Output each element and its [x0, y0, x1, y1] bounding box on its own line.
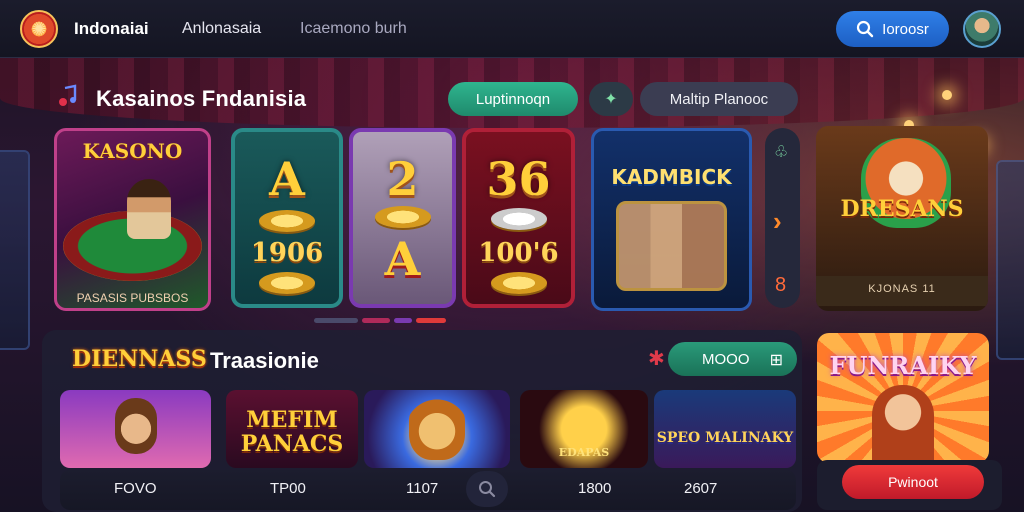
stats-search-button[interactable]: [466, 471, 508, 507]
coin-icon: [490, 272, 547, 294]
game-card-title: KASONO: [82, 139, 183, 163]
slot-symbol-2: A: [384, 232, 421, 286]
carousel-indicator-active[interactable]: [416, 318, 446, 323]
slot-symbol: 2: [386, 152, 419, 206]
promo-title: FUNRAIKY: [829, 351, 977, 380]
game-card-dresans[interactable]: DRESANS KJONAS 11: [816, 126, 988, 311]
game-tile-title: SPEO MALINAKY: [656, 430, 794, 446]
slot-symbol: 36: [486, 152, 551, 206]
game-tile-2[interactable]: MEFIM PANACS: [226, 390, 358, 468]
leaf-filter-button[interactable]: ✦: [589, 82, 633, 116]
side-number: 8: [775, 274, 787, 296]
stat-value: 1800: [578, 480, 612, 497]
section-title: Traasionie: [210, 348, 319, 373]
nav-link-2[interactable]: Icaemono burh: [300, 20, 407, 38]
game-tile-title: EDAPAS: [558, 446, 610, 459]
search-button[interactable]: Ioroosr: [836, 11, 949, 47]
game-tile-1[interactable]: [60, 390, 211, 468]
coin-icon: [259, 272, 315, 294]
stat-value: FOVO: [114, 480, 157, 497]
game-card-slot-2[interactable]: 2 A: [349, 128, 456, 308]
game-tile-4[interactable]: EDAPAS: [520, 390, 648, 468]
game-tile-5[interactable]: SPEO MALINAKY: [654, 390, 796, 468]
promo-action-button[interactable]: Pwinoot: [842, 465, 984, 499]
game-card-slot-36[interactable]: 36 100'6: [462, 128, 575, 308]
game-card-title: KADMBICK: [611, 165, 732, 189]
chevron-right-icon[interactable]: ›: [773, 206, 782, 237]
game-card-caption: KJONAS 11: [868, 283, 936, 295]
game-card-caption: PASASIS PUBSBOS: [76, 291, 189, 305]
promo-banner[interactable]: FUNRAIKY: [817, 333, 989, 463]
slot-value: 100'6: [478, 238, 559, 268]
game-card-casino[interactable]: KASONO PASASIS PUBSBOS: [54, 128, 211, 311]
game-card-kadmbick[interactable]: KADMBICK: [591, 128, 752, 311]
search-icon: [479, 481, 496, 498]
carousel-side-panel: ♧ › 8: [765, 128, 800, 308]
characters-art: [616, 201, 727, 291]
game-tile-3[interactable]: [364, 390, 510, 468]
search-icon: [857, 20, 874, 38]
stat-value: TP00: [270, 480, 306, 497]
coin-icon: [259, 210, 315, 232]
carousel-indicator[interactable]: [314, 318, 358, 323]
carousel-indicator[interactable]: [394, 318, 412, 323]
stat-value: 1107: [406, 480, 439, 497]
filter-button-gray[interactable]: Maltip Planooc: [640, 82, 798, 116]
slot-value: 1906: [250, 238, 324, 268]
view-toggle-label: MOOO: [702, 350, 750, 368]
nav-link-1[interactable]: Anlonasaia: [182, 20, 261, 38]
coin-icon: [374, 206, 431, 228]
leaf-icon: ✦: [604, 91, 618, 108]
filter-button-green[interactable]: Luptinnoqn: [448, 82, 578, 116]
lion-art: [409, 396, 465, 460]
logo-icon[interactable]: ✺: [20, 10, 58, 48]
slot-symbol: A: [269, 152, 305, 206]
top-header: ✺ Indonaiai Anlonasaia Icaemono burh Ior…: [0, 0, 1024, 58]
search-button-label: Ioroosr: [882, 20, 929, 38]
grid-icon: ⊞: [769, 352, 783, 369]
chip-icon: [490, 208, 547, 230]
promo-character-art: [872, 385, 934, 463]
dealer-art: [127, 179, 171, 239]
stat-value: 2607: [684, 480, 718, 497]
user-avatar[interactable]: [963, 10, 1001, 48]
section-logo: DIENNASS: [72, 346, 207, 372]
section-title-casinos: Kasainos Fndanisia: [96, 86, 307, 111]
star-icon[interactable]: ✱: [648, 346, 665, 371]
view-toggle-button[interactable]: MOOO ⊞: [668, 342, 797, 376]
carousel-indicator[interactable]: [362, 318, 390, 323]
slot-machine-decoration-left: [0, 150, 30, 350]
game-tile-title: MEFIM PANACS: [240, 407, 344, 457]
game-card-title: DRESANS: [840, 196, 964, 222]
brand-name[interactable]: Indonaiai: [74, 19, 149, 39]
game-card-slot-a[interactable]: A 1906: [231, 128, 343, 308]
settings-icon[interactable]: ♧: [774, 142, 788, 162]
music-note-icon: [59, 84, 77, 106]
character-art: [115, 398, 157, 454]
